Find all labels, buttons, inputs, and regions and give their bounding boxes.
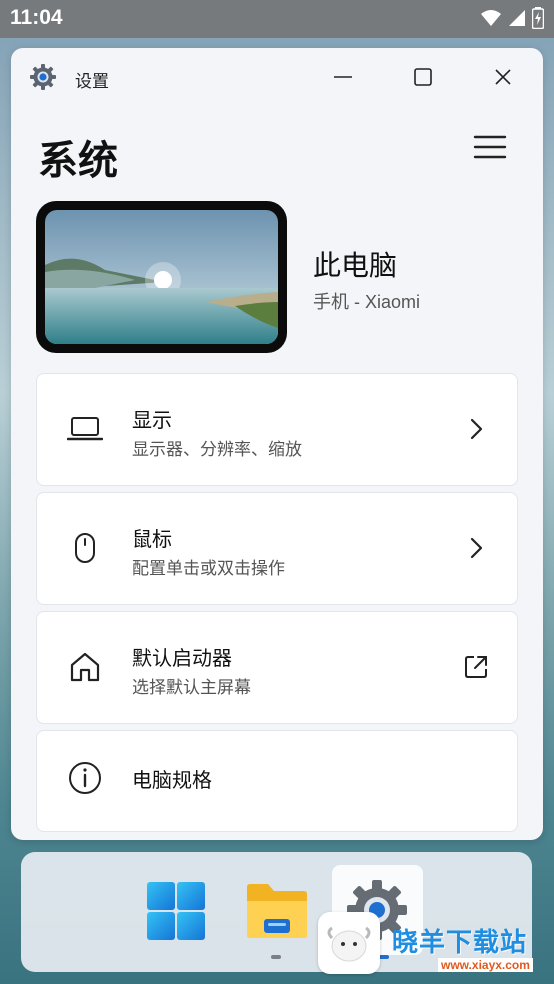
device-name: 此电脑 [313, 249, 398, 282]
specs-label: 电脑规格 [132, 768, 212, 792]
minimize-button[interactable] [325, 60, 361, 94]
maximize-icon [414, 68, 432, 86]
status-time: 11:04 [10, 6, 63, 29]
watermark-logo [318, 912, 380, 974]
device-preview [36, 201, 287, 353]
display-label: 显示 [132, 408, 172, 432]
battery-charging-icon [532, 7, 544, 29]
device-specs-item[interactable]: 电脑规格 [36, 730, 518, 832]
wallpaper-thumbnail [45, 210, 278, 344]
file-explorer-button[interactable] [243, 880, 311, 942]
close-icon [495, 69, 511, 85]
wifi-icon [481, 10, 501, 26]
menu-button[interactable] [473, 134, 507, 164]
settings-gear-icon [29, 63, 57, 95]
laptop-icon [65, 409, 105, 449]
close-button[interactable] [485, 60, 521, 94]
mouse-subtitle: 配置单击或双击操作 [132, 559, 285, 579]
launcher-label: 默认启动器 [132, 646, 232, 670]
page-title: 系统 [38, 138, 118, 184]
device-subtitle: 手机 - Xiaomi [313, 292, 421, 312]
start-icon [147, 882, 205, 940]
display-settings-item[interactable]: 显示 显示器、分辨率、缩放 [36, 373, 518, 486]
display-subtitle: 显示器、分辨率、缩放 [132, 440, 302, 460]
chevron-right-icon [461, 533, 491, 563]
chevron-right-icon [461, 414, 491, 444]
watermark-url: www.xiayx.com [438, 958, 533, 972]
mouse-icon [65, 528, 105, 568]
settings-window: 设置 系统 此电脑 手机 - Xiaomi 显示 显示器、分辨率、缩放 鼠标 配… [11, 48, 543, 840]
watermark-text: 晓羊下载站 [392, 928, 528, 958]
start-button[interactable] [143, 878, 209, 944]
title-bar: 设置 [11, 48, 543, 106]
file-explorer-icon [247, 884, 307, 938]
running-indicator [271, 955, 281, 959]
home-icon [65, 647, 105, 687]
maximize-button[interactable] [405, 60, 441, 94]
minimize-icon [334, 76, 352, 78]
external-link-icon [461, 652, 491, 682]
hamburger-menu-icon [473, 135, 507, 159]
status-icons [480, 7, 544, 29]
info-icon [65, 758, 105, 798]
mouse-settings-item[interactable]: 鼠标 配置单击或双击操作 [36, 492, 518, 605]
window-title: 设置 [75, 72, 109, 92]
default-launcher-item[interactable]: 默认启动器 选择默认主屏幕 [36, 611, 518, 724]
launcher-subtitle: 选择默认主屏幕 [132, 678, 251, 698]
status-bar: 11:04 [0, 0, 554, 38]
signal-icon [509, 10, 525, 26]
mouse-label: 鼠标 [132, 527, 172, 551]
